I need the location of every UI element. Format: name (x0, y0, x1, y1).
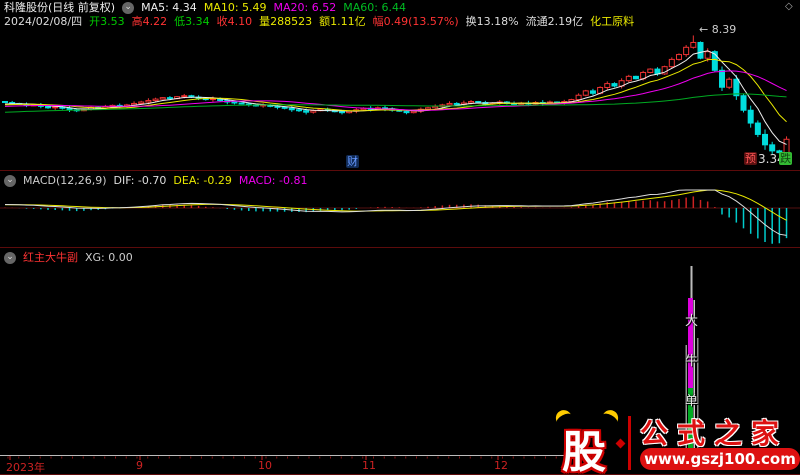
axis-month-label: 2023年 (6, 459, 45, 475)
info-item: 流通2.19亿 (526, 15, 584, 28)
chevron-down-icon[interactable]: ⌄ (4, 175, 16, 187)
info-item: 2024/02/08/四 (4, 15, 82, 28)
chart-canvas[interactable] (0, 0, 800, 475)
macd-header: ⌄ MACD(12,26,9) DIF: -0.70 DEA: -0.29 MA… (4, 174, 314, 187)
axis-month-label: 12 (494, 459, 508, 472)
logo-url: www.gszj100.com (640, 448, 800, 470)
info-bar: 2024/02/08/四开3.53 高4.22 低3.34 收4.10 量288523 额… (4, 15, 641, 28)
signal-title: 红主大牛副 (23, 251, 78, 264)
stock-title: 科隆股份(日线 前复权) (4, 1, 115, 14)
panel-menu-icon[interactable]: ◇ (785, 1, 793, 12)
ma-value: MA20: 6.52 (274, 1, 337, 14)
title-bar: 科隆股份(日线 前复权) ⌄ MA5: 4.34 MA10: 5.49 MA20: … (4, 1, 413, 14)
fall-badge[interactable]: 跌 (779, 152, 792, 165)
bull-signal-char: 单 (685, 390, 698, 409)
ma-value: MA10: 5.49 (204, 1, 267, 14)
gszj-logo: 股 公式之家 www.gszj100.com (556, 408, 800, 474)
axis-month-label: 9 (136, 459, 143, 472)
dea-value: DEA: -0.29 (173, 174, 231, 187)
logo-divider (628, 416, 631, 470)
logo-symbol: 股 (562, 416, 606, 475)
logo-name: 公式之家 (640, 412, 788, 452)
info-item: 幅0.49(13.57%) (373, 15, 459, 28)
info-item: 额1.11亿 (319, 15, 366, 28)
info-item: 低3.34 (174, 15, 210, 28)
ma-value: MA5: 4.34 (141, 1, 197, 14)
chevron-down-icon[interactable]: ⌄ (4, 252, 16, 264)
bull-signal-char: 大 (685, 310, 698, 329)
bull-signal-char: 牛 (685, 350, 698, 369)
info-item: 收4.10 (217, 15, 253, 28)
alert-badge[interactable]: 预 (744, 152, 757, 165)
info-item: 换13.18% (466, 15, 519, 28)
info-item: 高4.22 (132, 15, 168, 28)
macd-value: MACD: -0.81 (239, 174, 308, 187)
macd-title: MACD(12,26,9) (23, 174, 107, 187)
xg-value: XG: 0.00 (85, 251, 133, 264)
info-item: 量288523 (259, 15, 312, 28)
chevron-down-icon[interactable]: ⌄ (122, 2, 134, 14)
ma-values: MA5: 4.34 MA10: 5.49 MA20: 6.52 MA60: 6.44 (141, 1, 413, 14)
peak-price-annotation: ← 8.39 (699, 23, 736, 36)
stock-app-window: 科隆股份(日线 前复权) ⌄ MA5: 4.34 MA10: 5.49 MA20: … (0, 0, 800, 475)
dif-value: DIF: -0.70 (114, 174, 167, 187)
axis-month-label: 10 (258, 459, 272, 472)
signal-header: ⌄ 红主大牛副 XG: 0.00 (4, 251, 140, 264)
info-item: 开3.53 (89, 15, 125, 28)
axis-month-label: 11 (362, 459, 376, 472)
diamond-icon (616, 439, 626, 449)
finance-report-badge[interactable]: 财 (346, 155, 359, 168)
info-item: 化工原料 (590, 15, 634, 28)
ma-value: MA60: 6.44 (343, 1, 406, 14)
